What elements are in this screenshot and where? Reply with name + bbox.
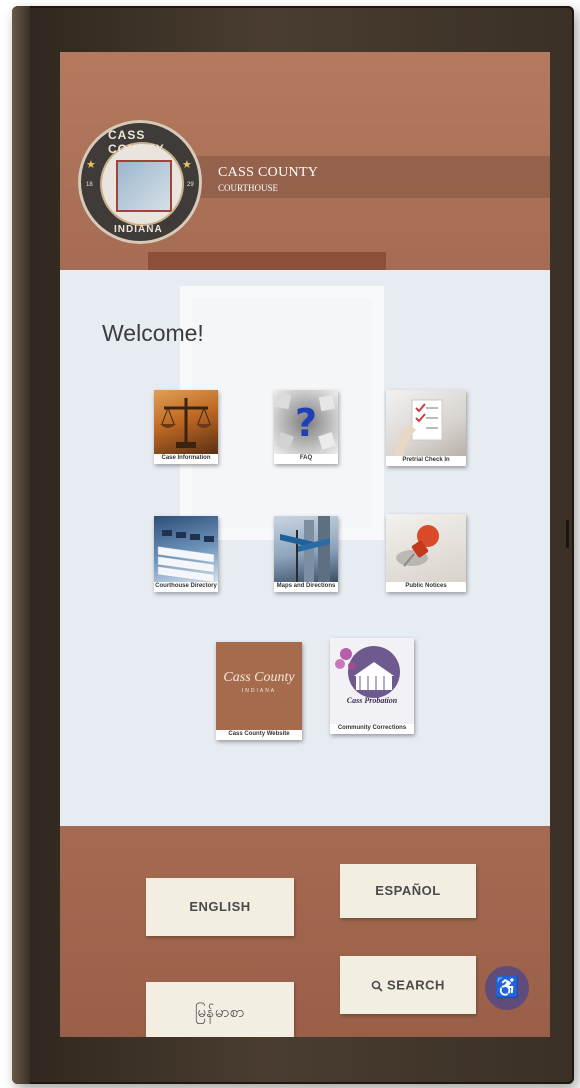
header: CASS COUNTY INDIANA ★ ★ 18 29 CASS COUNT… bbox=[60, 52, 550, 272]
tile-community-corrections[interactable]: Cass Probation Community Corrections bbox=[330, 638, 414, 734]
pushpin-icon bbox=[386, 514, 466, 582]
kiosk-frame-edge bbox=[12, 6, 30, 1084]
burmese-button[interactable]: မြန်မာစာ bbox=[146, 982, 294, 1037]
community-corrections-logo-text: Cass Probation bbox=[346, 696, 398, 705]
espanol-button[interactable]: ESPAÑOL bbox=[340, 864, 476, 918]
tile-label: Cass County Website bbox=[228, 731, 290, 737]
search-label: SEARCH bbox=[387, 977, 445, 993]
accessibility-button[interactable]: ♿ bbox=[485, 966, 529, 1010]
seal-bottom-text: INDIANA bbox=[114, 224, 163, 235]
checklist-icon bbox=[386, 390, 466, 456]
search-icon bbox=[371, 980, 383, 992]
english-button[interactable]: ENGLISH bbox=[146, 878, 294, 936]
star-icon: ★ bbox=[182, 159, 192, 171]
tile-public-notices[interactable]: Public Notices bbox=[386, 514, 466, 592]
tile-label: Maps and Directions bbox=[276, 583, 336, 589]
tile-courthouse-directory[interactable]: Courthouse Directory bbox=[154, 516, 218, 592]
search-button[interactable]: SEARCH bbox=[340, 956, 476, 1014]
seal-top-text: CASS COUNTY bbox=[108, 128, 165, 156]
brand-title: CASS COUNTY bbox=[218, 165, 319, 180]
seal-map-icon bbox=[116, 160, 172, 212]
tile-faq[interactable]: ? FAQ bbox=[274, 390, 338, 464]
file-folders-icon bbox=[154, 516, 218, 582]
seal-year-right: 29 bbox=[187, 182, 194, 188]
county-seal-logo: CASS COUNTY INDIANA ★ ★ 18 29 bbox=[78, 120, 202, 244]
seal-year-left: 18 bbox=[86, 182, 93, 188]
svg-text:?: ? bbox=[295, 401, 317, 445]
community-corrections-logo-icon: Cass Probation bbox=[330, 638, 414, 724]
tile-label: FAQ bbox=[299, 455, 313, 461]
tile-pretrial-check-in[interactable]: Pretrial Check In bbox=[386, 390, 466, 466]
cass-county-logo-icon: Cass County INDIANA bbox=[216, 642, 302, 730]
tile-label: Pretrial Check In bbox=[402, 457, 450, 463]
tile-label: Case Information bbox=[161, 455, 211, 461]
language-panel: ENGLISH ESPAÑOL မြန်မာစာ SEARCH ♿ bbox=[60, 826, 550, 1037]
cass-county-logo-subtext: INDIANA bbox=[241, 688, 277, 694]
street-sign-icon bbox=[274, 516, 338, 582]
wheelchair-icon: ♿ bbox=[494, 977, 520, 999]
tile-label: Community Corrections bbox=[337, 725, 407, 731]
question-mark-icon: ? bbox=[274, 390, 338, 454]
brand-subtitle: COURTHOUSE bbox=[218, 183, 278, 193]
cass-county-logo-text: Cass County bbox=[223, 670, 295, 685]
tile-maps-and-directions[interactable]: Maps and Directions bbox=[274, 516, 338, 592]
tile-case-information[interactable]: Case Information bbox=[154, 390, 218, 464]
kiosk-side-button bbox=[566, 520, 569, 548]
kiosk-screen: CASS COUNTY INDIANA ★ ★ 18 29 CASS COUNT… bbox=[60, 52, 550, 1037]
tile-label: Public Notices bbox=[405, 583, 447, 589]
star-icon: ★ bbox=[86, 159, 96, 171]
page-title: Welcome! bbox=[102, 320, 204, 346]
tile-label: Courthouse Directory bbox=[155, 583, 217, 589]
tile-cass-county-website[interactable]: Cass County INDIANA Cass County Website bbox=[216, 642, 302, 740]
scales-of-justice-icon bbox=[154, 390, 218, 454]
main-content: Welcome! Case Information ? FAQ Pretrial… bbox=[60, 270, 550, 826]
